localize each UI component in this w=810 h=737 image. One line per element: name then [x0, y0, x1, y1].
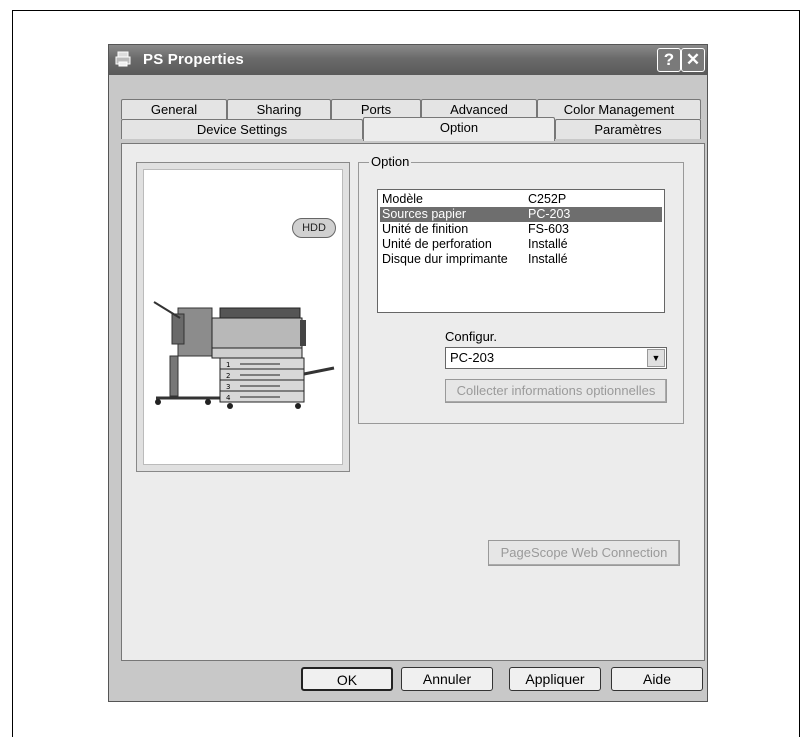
- option-name: Modèle: [382, 192, 423, 206]
- hdd-badge: HDD: [292, 218, 336, 238]
- option-name: Sources papier: [382, 207, 467, 221]
- list-item[interactable]: Unité de perforation Installé: [380, 237, 662, 252]
- device-preview: HDD 1 2 3 4: [136, 162, 350, 472]
- tab-general[interactable]: General: [121, 99, 227, 119]
- option-value: PC-203: [528, 207, 571, 221]
- tab-parametres[interactable]: Paramètres: [555, 119, 701, 139]
- option-listbox[interactable]: Modèle C252P Sources papier PC-203 Unité…: [377, 189, 665, 313]
- list-item[interactable]: Disque dur imprimante Installé: [380, 252, 662, 267]
- help-title-button[interactable]: ?: [657, 48, 681, 72]
- option-name: Unité de finition: [382, 222, 469, 236]
- config-label: Configur.: [445, 329, 498, 344]
- option-value: FS-603: [528, 222, 569, 236]
- option-value: Installé: [528, 252, 568, 266]
- list-item[interactable]: Unité de finition FS-603: [380, 222, 662, 237]
- option-value: Installé: [528, 237, 568, 251]
- web-connection-button[interactable]: PageScope Web Connection: [488, 540, 680, 566]
- config-select-value: PC-203: [450, 350, 495, 365]
- ok-button[interactable]: OK: [301, 667, 393, 691]
- tab-advanced[interactable]: Advanced: [421, 99, 537, 119]
- tab-color-management[interactable]: Color Management: [537, 99, 701, 119]
- properties-dialog: PS Properties ? ✕ General Sharing Ports …: [108, 44, 708, 702]
- collect-options-button[interactable]: Collecter informations optionnelles: [445, 379, 667, 403]
- tab-sharing[interactable]: Sharing: [227, 99, 331, 119]
- tab-device-settings[interactable]: Device Settings: [121, 119, 363, 139]
- tray-3-number: 3: [226, 383, 230, 391]
- option-panel: HDD 1 2 3 4 Option Modèle C252P Sources …: [121, 143, 705, 661]
- preview-canvas: HDD 1 2 3 4: [143, 169, 343, 465]
- apply-button[interactable]: Appliquer: [509, 667, 601, 691]
- tray-1-number: 1: [226, 361, 230, 369]
- list-item[interactable]: Modèle C252P: [380, 192, 662, 207]
- option-value: C252P: [528, 192, 567, 206]
- close-button[interactable]: ✕: [681, 48, 705, 72]
- option-name: Disque dur imprimante: [382, 252, 508, 266]
- config-select[interactable]: PC-203 ▼: [445, 347, 667, 369]
- option-groupbox: Option Modèle C252P Sources papier PC-20…: [358, 154, 684, 424]
- tab-ports[interactable]: Ports: [331, 99, 421, 119]
- tray-4-number: 4: [226, 394, 231, 402]
- option-group-label: Option: [369, 154, 412, 169]
- help-button[interactable]: Aide: [611, 667, 703, 691]
- tray-2-number: 2: [226, 372, 230, 380]
- option-name: Unité de perforation: [382, 237, 492, 251]
- chevron-down-icon[interactable]: ▼: [647, 349, 665, 367]
- cancel-button[interactable]: Annuler: [401, 667, 493, 691]
- printer-icon: [115, 51, 131, 67]
- title-bar[interactable]: PS Properties ? ✕: [109, 45, 707, 75]
- tab-option[interactable]: Option: [363, 117, 555, 141]
- list-item-selected[interactable]: Sources papier PC-203: [380, 207, 662, 222]
- printer-illustration: 1 2 3 4: [153, 301, 335, 409]
- window-title: PS Properties: [143, 51, 244, 68]
